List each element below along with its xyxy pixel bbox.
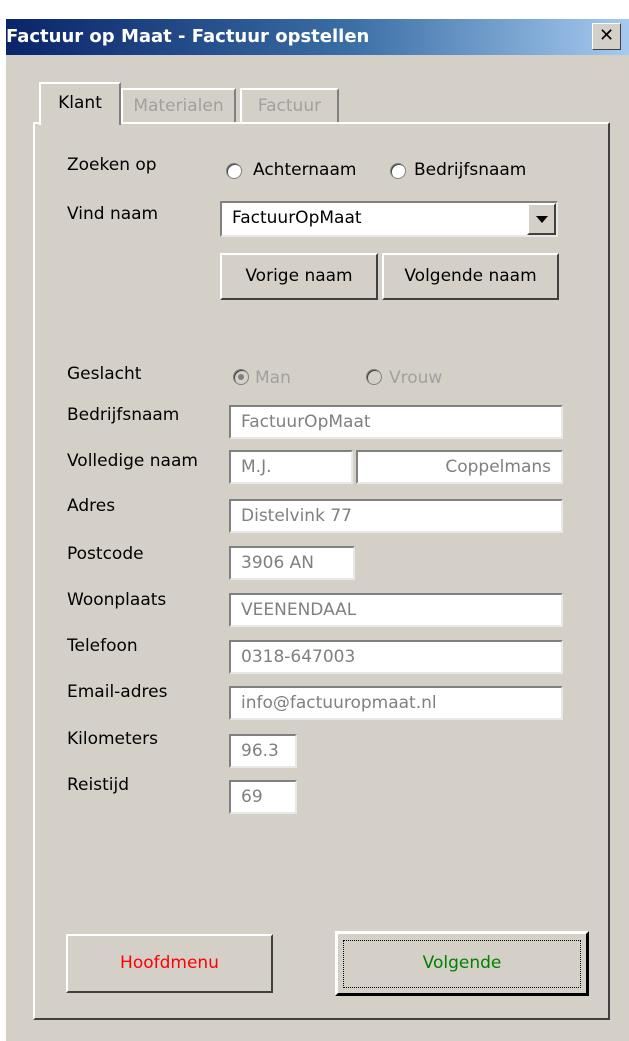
woonplaats-label: Woonplaats <box>67 590 167 610</box>
radio-selected-dot <box>238 374 244 380</box>
radio-man-label[interactable]: Man <box>255 368 291 388</box>
telefoon-label: Telefoon <box>67 636 138 656</box>
radio-bedrijfsnaam[interactable] <box>390 163 406 179</box>
kilometers-value: 96.3 <box>241 741 279 761</box>
achternaam-value: Coppelmans <box>445 457 551 477</box>
bedrijfsnaam-value: FactuurOpMaat <box>241 412 371 432</box>
kilometers-field[interactable]: 96.3 <box>229 734 297 768</box>
email-value: info@factuuropmaat.nl <box>241 693 437 713</box>
postcode-field[interactable]: 3906 AN <box>229 546 355 580</box>
volgende-naam-button[interactable]: Volgende naam <box>382 253 559 300</box>
adres-value: Distelvink 77 <box>241 506 352 526</box>
zoeken-op-label: Zoeken op <box>67 155 157 175</box>
tab-klant[interactable]: Klant <box>39 82 121 125</box>
radio-vrouw[interactable] <box>366 369 382 385</box>
bedrijfsnaam-field[interactable]: FactuurOpMaat <box>229 405 563 439</box>
adres-label: Adres <box>67 496 116 516</box>
window-title: Factuur op Maat - Factuur opstellen <box>6 26 370 47</box>
telefoon-value: 0318-647003 <box>241 647 356 667</box>
combobox-dropdown-button[interactable] <box>527 203 556 235</box>
achternaam-field[interactable]: Coppelmans <box>356 450 563 484</box>
chevron-down-icon <box>536 216 548 223</box>
focus-rectangle <box>343 940 581 988</box>
kilometers-label: Kilometers <box>67 729 158 749</box>
vind-naam-value: FactuurOpMaat <box>232 208 362 228</box>
woonplaats-value: VEENENDAAL <box>241 600 357 620</box>
radio-achternaam-label[interactable]: Achternaam <box>253 160 356 180</box>
vorige-naam-button[interactable]: Vorige naam <box>220 253 378 300</box>
adres-field[interactable]: Distelvink 77 <box>229 499 563 533</box>
close-icon: ✕ <box>598 25 615 46</box>
radio-bedrijfsnaam-label[interactable]: Bedrijfsnaam <box>414 160 526 180</box>
woonplaats-field[interactable]: VEENENDAAL <box>229 593 563 627</box>
hoofdmenu-button[interactable]: Hoofdmenu <box>66 934 273 993</box>
volledige-naam-label: Volledige naam <box>67 451 198 471</box>
bedrijfsnaam-label: Bedrijfsnaam <box>67 405 180 425</box>
geslacht-label: Geslacht <box>67 364 142 384</box>
postcode-label: Postcode <box>67 544 144 564</box>
tab-factuur[interactable]: Factuur <box>240 88 339 123</box>
email-label: Email-adres <box>67 682 168 702</box>
email-field[interactable]: info@factuuropmaat.nl <box>229 686 563 720</box>
reistijd-label: Reistijd <box>67 775 129 795</box>
postcode-value: 3906 AN <box>241 553 315 573</box>
voorletters-value: M.J. <box>241 457 272 477</box>
vind-naam-label: Vind naam <box>67 204 159 224</box>
tab-materialen[interactable]: Materialen <box>121 88 236 123</box>
radio-achternaam[interactable] <box>226 163 242 179</box>
radio-man[interactable] <box>233 369 249 385</box>
close-button[interactable]: ✕ <box>592 23 621 50</box>
vind-naam-combobox[interactable]: FactuurOpMaat <box>220 201 558 237</box>
reistijd-value: 69 <box>241 787 263 807</box>
reistijd-field[interactable]: 69 <box>229 780 297 814</box>
telefoon-field[interactable]: 0318-647003 <box>229 640 563 674</box>
voorletters-field[interactable]: M.J. <box>229 450 353 484</box>
radio-vrouw-label[interactable]: Vrouw <box>389 368 442 388</box>
